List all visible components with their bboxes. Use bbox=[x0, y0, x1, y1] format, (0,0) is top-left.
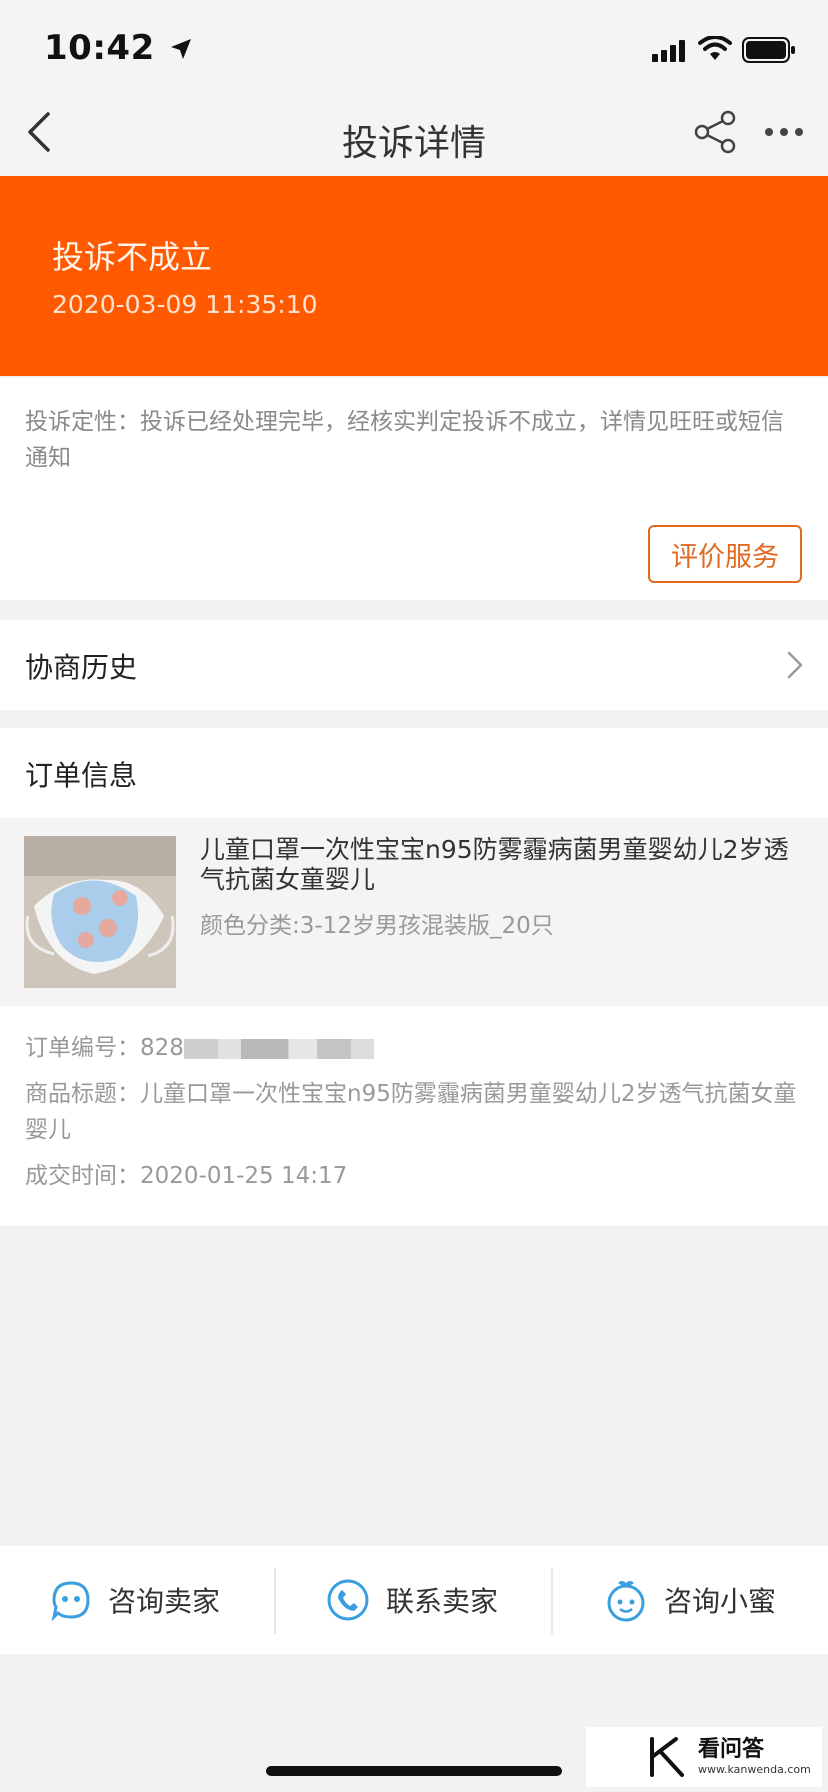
contact-seller-button[interactable]: 联系卖家 bbox=[326, 1546, 498, 1654]
wifi-icon bbox=[698, 36, 732, 60]
chat-bubble-icon bbox=[51, 1581, 90, 1621]
phone-icon bbox=[327, 1579, 369, 1621]
consult-seller-label: 咨询卖家 bbox=[108, 1585, 221, 1618]
history-label: 协商历史 bbox=[25, 651, 138, 684]
order-section-title: 订单信息 bbox=[25, 759, 138, 792]
contact-seller-label: 联系卖家 bbox=[386, 1585, 499, 1618]
consult-seller-button[interactable]: 咨询卖家 bbox=[50, 1546, 220, 1654]
complaint-result-title: 投诉不成立 bbox=[52, 238, 213, 276]
product-title[interactable]: 儿童口罩一次性宝宝n95防雾霾病菌男童婴幼儿2岁透气抗菌女童婴儿 bbox=[200, 835, 800, 895]
watermark-logo-icon bbox=[650, 1737, 684, 1777]
product-spec: 颜色分类:3-12岁男孩混装版_20只 bbox=[200, 913, 554, 939]
mask-image bbox=[24, 836, 176, 988]
order-number-label: 订单编号： bbox=[25, 1035, 140, 1061]
assistant-icon bbox=[607, 1581, 645, 1622]
deal-time-value: 2020-01-25 14:17 bbox=[140, 1163, 348, 1189]
share-icon[interactable] bbox=[694, 110, 736, 154]
divider bbox=[551, 1568, 553, 1634]
item-title-row: 商品标题：儿童口罩一次性宝宝n95防雾霾病菌男童婴幼儿2岁透气抗菌女童婴儿 bbox=[25, 1076, 800, 1148]
complaint-result-time: 2020-03-09 11:35:10 bbox=[52, 290, 318, 319]
home-indicator[interactable] bbox=[266, 1766, 562, 1776]
more-icon[interactable] bbox=[764, 126, 804, 138]
signal-icon bbox=[652, 40, 685, 62]
deal-time-label: 成交时间： bbox=[25, 1163, 140, 1189]
consult-xiaomi-label: 咨询小蜜 bbox=[664, 1585, 777, 1618]
watermark-url: www.kanwenda.com bbox=[698, 1763, 811, 1776]
order-number-row: 订单编号：828 bbox=[25, 1030, 800, 1066]
divider bbox=[274, 1568, 276, 1634]
location-arrow-icon bbox=[171, 39, 192, 59]
watermark: 看问答 www.kanwenda.com bbox=[586, 1727, 822, 1787]
item-title-value: 儿童口罩一次性宝宝n95防雾霾病菌男童婴幼儿2岁透气抗菌女童婴儿 bbox=[25, 1081, 797, 1143]
deal-time-row: 成交时间：2020-01-25 14:17 bbox=[25, 1158, 800, 1194]
complaint-note: 投诉定性：投诉已经处理完毕，经核实判定投诉不成立，详情见旺旺或短信通知 bbox=[25, 409, 784, 471]
battery-icon bbox=[742, 37, 795, 63]
order-number-value: 828 bbox=[140, 1035, 184, 1061]
rate-service-button[interactable]: 评价服务 bbox=[648, 525, 802, 583]
order-number-redacted bbox=[183, 1038, 374, 1059]
item-title-label: 商品标题： bbox=[25, 1081, 140, 1107]
consult-xiaomi-button[interactable]: 咨询小蜜 bbox=[604, 1546, 776, 1654]
chevron-right-icon bbox=[787, 651, 803, 679]
watermark-brand: 看问答 bbox=[698, 1737, 765, 1762]
product-thumbnail[interactable] bbox=[24, 836, 176, 988]
status-time: 10:42 bbox=[44, 28, 193, 68]
